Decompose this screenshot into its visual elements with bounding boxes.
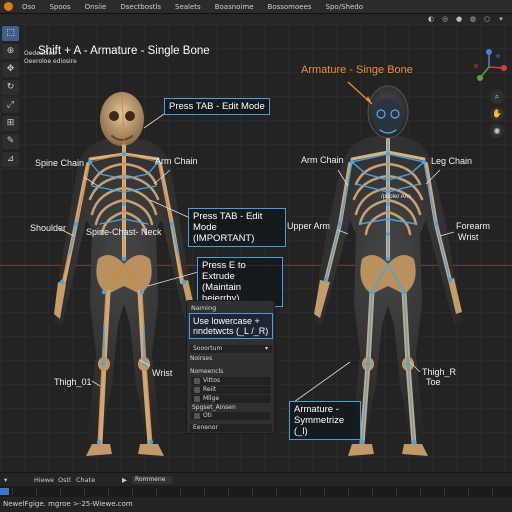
menu-item[interactable]: Onsiie [78, 0, 114, 14]
frame-ticks [12, 488, 508, 495]
timeline-item[interactable]: Ostl [58, 474, 71, 486]
app-logo-icon[interactable] [4, 2, 13, 11]
rotate-icon[interactable]: ↻ [2, 80, 19, 95]
progress-fill [0, 488, 10, 495]
select-box-icon[interactable]: ⬚ [2, 26, 19, 41]
label-spine-chain: Spine Chain [35, 158, 85, 168]
timeline-scrubber[interactable] [0, 486, 512, 497]
callout-text-line1: Armature - [294, 404, 339, 415]
menu-item[interactable]: Boasnoime [208, 0, 261, 14]
option-label-1: Vittos [203, 377, 221, 384]
timeline-item[interactable]: Hiewe [34, 474, 54, 486]
option-label-2: Reiit [203, 386, 217, 393]
scale-icon[interactable]: ⤢ [2, 98, 19, 113]
menu-item[interactable]: Spoos [42, 0, 77, 14]
timeline-bar: ▾ Hiewe Ostl Chate ▶ Rommene [0, 472, 512, 486]
label-upper-arm: Upper Arm [287, 221, 331, 231]
label-spine-chest-neck: Spine-Chast- Neck [86, 227, 162, 237]
subsection-label: Spgset_Ainsen [192, 404, 236, 411]
panel-callout-line2: nndetwcts (_L /_R) [193, 326, 269, 336]
panel-callout-line1: Use lowercase + [193, 316, 260, 326]
menu-item[interactable]: Spo/Shedo [319, 0, 370, 14]
cursor-icon[interactable]: ⊕ [2, 44, 19, 59]
option-label-4: Oti [203, 412, 212, 419]
option-label-3: Mllge [203, 395, 220, 402]
annotate-icon[interactable]: ✎ [2, 134, 19, 149]
panel-callout: Use lowercase + nndetwcts (_L /_R) [189, 313, 273, 339]
zoom-icon[interactable]: ⌕ [490, 90, 504, 104]
headline-text: Shift + A - Armature - Single Bone [38, 45, 210, 57]
right-title-text: Armature - Singe Bone [301, 64, 413, 76]
checkbox-4[interactable] [194, 413, 200, 419]
callout-symmetrize: Armature - Symmetrize (_l) [289, 401, 361, 440]
material-shading-icon[interactable]: ◍ [468, 15, 478, 23]
camera-icon[interactable]: ◎ [440, 15, 450, 23]
chevron-down-icon: ▾ [265, 345, 269, 352]
camera-view-icon[interactable]: ◉ [490, 124, 504, 138]
frame-field[interactable]: Rommene [132, 476, 172, 484]
naming-panel: Naming Use lowercase + nndetwcts (_L /_R… [186, 300, 275, 434]
spectrum-label: Sooortum [193, 345, 223, 352]
solid-shading-icon[interactable]: ● [454, 15, 464, 23]
label-thigh-r: Thigh_R [422, 367, 457, 377]
checkbox-1[interactable] [194, 378, 200, 384]
panel-title: Naming [191, 304, 217, 312]
label-wrist-right: Wrist [458, 232, 479, 242]
menu-item[interactable]: Oso [15, 0, 42, 14]
callout-text-line2: (IMPORTANT) [193, 233, 255, 244]
label-arm-chain-left: Arm Chain [155, 156, 198, 166]
left-skeleton [54, 91, 196, 456]
callout-text: Press TAB - Edit Mode [169, 101, 265, 112]
checkbox-2[interactable] [194, 387, 200, 393]
footer-label: Eenenor [193, 424, 218, 431]
dropdown-icon[interactable]: ▾ [496, 15, 506, 23]
callout-tab-edit-mode: Press TAB - Edit Mode [164, 98, 270, 115]
callout-tab-edit-important: Press TAB - Edit Mode (IMPORTANT) [188, 208, 286, 247]
callout-text-line1: Press TAB - Edit Mode [193, 211, 263, 233]
menu-item[interactable]: Dsectbostls [113, 0, 168, 14]
callout-text-line2: Symmetrize (_l) [294, 415, 345, 437]
play-icon[interactable]: ▶ [122, 474, 127, 486]
section-label: Noirses [190, 355, 213, 362]
measure-icon[interactable]: ⊿ [2, 152, 19, 167]
label-wrist-left: Wrist [152, 368, 173, 378]
pan-hand-icon[interactable]: ✋ [490, 107, 504, 121]
numbers-label: Nomeencls [190, 368, 224, 375]
checkbox-3[interactable] [194, 396, 200, 402]
collection-label: Oeeroloe ediosire [24, 58, 77, 65]
label-toe: Toe [426, 377, 441, 387]
overlay-icon[interactable]: ◐ [426, 15, 436, 23]
status-bar: NewelFgige. mgroe >-25-Wiewe.com [0, 497, 512, 512]
label-leg-chain: Leg Chain [431, 156, 473, 166]
tool-shelf: ⬚ ⊕ ✥ ↻ ⤢ ⊞ ✎ ⊿ [2, 26, 19, 167]
render-shading-icon[interactable]: ○ [482, 15, 492, 23]
viewport-nav-icons: ⌕ ✋ ◉ [490, 90, 504, 138]
label-thigh-l: Thigh_01 [54, 377, 92, 387]
menu-item[interactable]: Bossomoees [261, 0, 319, 14]
top-menu-bar: Oso Spoos Onsiie Dsectbostls Sealets Boa… [0, 0, 512, 14]
callout-text-line1: Press E to Extrude [202, 260, 246, 282]
move-icon[interactable]: ✥ [2, 62, 19, 77]
navigation-gizmo[interactable] [470, 48, 508, 86]
timeline-item[interactable]: Chate [76, 474, 95, 486]
timeline-menu-icon[interactable]: ▾ [4, 474, 7, 486]
label-hand-annotation: /pooler Ans [381, 194, 412, 200]
transform-icon[interactable]: ⊞ [2, 116, 19, 131]
label-arm-chain-right: Arm Chain [301, 155, 344, 165]
label-shoulder: Shoulder [30, 223, 67, 233]
header-tools: ◐ ◎ ● ◍ ○ ▾ [426, 14, 506, 24]
menu-item[interactable]: Sealets [168, 0, 208, 14]
label-forearm: Forearm [456, 221, 491, 231]
